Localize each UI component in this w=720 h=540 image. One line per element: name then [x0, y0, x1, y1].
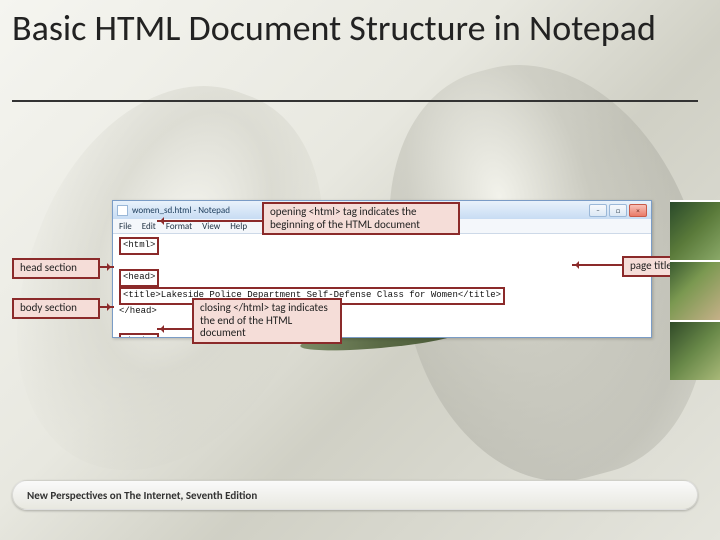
slide-title: Basic HTML Document Structure in Notepad — [12, 8, 700, 49]
thumbnail-1 — [670, 200, 720, 260]
footer-bar: New Perspectives on The Internet, Sevent… — [12, 480, 698, 510]
menu-edit[interactable]: Edit — [142, 221, 156, 232]
arrow-head-section — [100, 266, 114, 268]
menu-help[interactable]: Help — [230, 221, 247, 232]
thumbnail-3 — [670, 320, 720, 380]
arrow-page-title — [572, 264, 622, 266]
footer-text: New Perspectives on The Internet, Sevent… — [27, 489, 257, 502]
arrow-closing-html — [157, 328, 192, 330]
maximize-button[interactable]: □ — [609, 204, 627, 217]
arrow-body-section — [100, 306, 114, 308]
thumbnail-2 — [670, 260, 720, 320]
code-head-close: </head> — [119, 306, 157, 316]
close-button[interactable]: × — [629, 204, 647, 217]
code-body-open: <body> — [119, 333, 159, 337]
callout-head-section: head section — [12, 258, 100, 279]
notepad-title-text: women_sd.html - Notepad — [132, 205, 230, 216]
slide: Basic HTML Document Structure in Notepad… — [0, 0, 720, 540]
menu-format[interactable]: Format — [166, 221, 192, 232]
side-thumbnails — [670, 200, 720, 380]
figure-area: women_sd.html - Notepad – □ × File Edit … — [12, 200, 694, 370]
notepad-doc-icon — [117, 205, 128, 216]
code-head-open: <head> — [119, 269, 159, 287]
code-html-open: <html> — [119, 237, 159, 255]
menu-file[interactable]: File — [119, 221, 132, 232]
callout-closing-html: closing </html> tag indicates the end of… — [192, 298, 342, 344]
minimize-button[interactable]: – — [589, 204, 607, 217]
arrow-opening-html — [157, 220, 262, 222]
callout-opening-html: opening <html> tag indicates the beginni… — [262, 202, 460, 235]
menu-view[interactable]: View — [202, 221, 220, 232]
title-underline — [12, 100, 698, 102]
callout-body-section: body section — [12, 298, 100, 319]
window-buttons: – □ × — [589, 204, 647, 217]
